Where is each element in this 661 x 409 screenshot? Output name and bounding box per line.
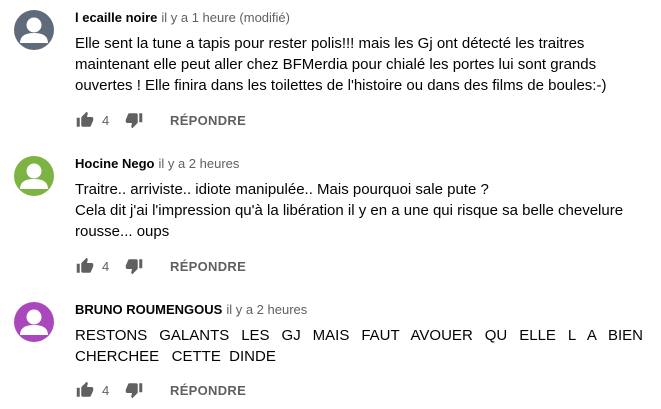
comment-body: l ecaille noire il y a 1 heure (modifié) …: [75, 10, 643, 129]
comment-actions: 4 RÉPONDRE: [75, 254, 246, 278]
comment-body: BRUNO ROUMENGOUS il y a 2 heures RESTONS …: [75, 302, 643, 399]
reply-button[interactable]: RÉPONDRE: [170, 383, 246, 398]
comment-text-line: maintenant elle peut aller chez BFMerdia…: [75, 56, 597, 73]
comment-text-line: RESTONS GALANTS LES GJ MAIS FAUT AVOUER …: [75, 327, 643, 344]
default-avatar-icon: [14, 156, 54, 196]
comment-header: Hocine Nego il y a 2 heures: [75, 156, 643, 172]
like-count: 4: [102, 258, 110, 274]
comment-body: Hocine Nego il y a 2 heures Traitre.. arr…: [75, 156, 643, 275]
thumbs-down-icon[interactable]: [124, 110, 144, 130]
comment-header: BRUNO ROUMENGOUS il y a 2 heures: [75, 302, 643, 318]
comment-text-line: Elle sent la tune a tapis pour rester po…: [75, 35, 585, 52]
reply-button[interactable]: RÉPONDRE: [170, 259, 246, 274]
thumbs-down-icon[interactable]: [124, 256, 144, 276]
default-avatar-icon: [14, 10, 54, 50]
author-name[interactable]: BRUNO ROUMENGOUS: [75, 302, 222, 317]
comment-text-line: ouvertes ! Elle finira dans les toilette…: [75, 77, 607, 94]
thumbs-up-icon[interactable]: [75, 110, 95, 130]
thumbs-up-icon[interactable]: [75, 256, 95, 276]
comment-time[interactable]: il y a 2 heures: [226, 302, 307, 317]
reply-button[interactable]: RÉPONDRE: [170, 113, 246, 128]
default-avatar-icon: [14, 302, 54, 342]
comment-actions: 4 RÉPONDRE: [75, 378, 246, 402]
comment-text-line: rousse... oups: [75, 223, 170, 240]
comment-text: Traitre.. arriviste.. idiote manipulée..…: [75, 179, 643, 242]
comment-time[interactable]: il y a 2 heures: [158, 156, 239, 171]
avatar[interactable]: [14, 10, 54, 50]
comment-text: RESTONS GALANTS LES GJ MAIS FAUT AVOUER …: [75, 325, 643, 367]
comment-text-line: Cela dit j'ai l'impression qu'à la libér…: [75, 202, 624, 219]
like-count: 4: [102, 112, 110, 128]
thumbs-down-icon[interactable]: [124, 380, 144, 400]
avatar[interactable]: [14, 156, 54, 196]
comment-text-line: Traitre.. arriviste.. idiote manipulée..…: [75, 181, 489, 198]
comment-text: Elle sent la tune a tapis pour rester po…: [75, 33, 643, 96]
comment-actions: 4 RÉPONDRE: [75, 108, 246, 132]
author-name[interactable]: l ecaille noire: [75, 10, 157, 25]
author-name[interactable]: Hocine Nego: [75, 156, 154, 171]
like-count: 4: [102, 382, 110, 398]
avatar[interactable]: [14, 302, 54, 342]
comment-text-line: CHERCHEE CETTE DINDE: [75, 348, 276, 365]
comment-time[interactable]: il y a 1 heure (modifié): [161, 10, 290, 25]
thumbs-up-icon[interactable]: [75, 380, 95, 400]
comment-header: l ecaille noire il y a 1 heure (modifié): [75, 10, 643, 26]
